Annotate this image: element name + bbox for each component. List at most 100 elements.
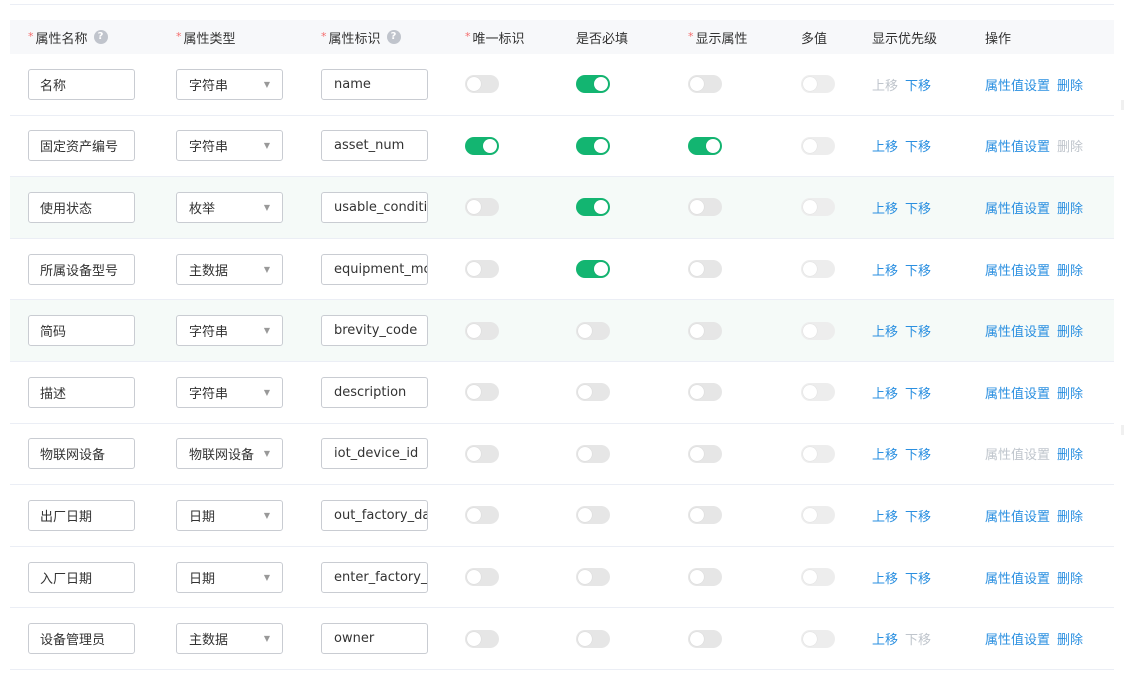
attribute-name-input[interactable]: 入厂日期 [28,561,135,593]
required-switch[interactable] [576,260,610,279]
move-down-link[interactable]: 下移 [905,506,931,525]
move-down-link[interactable]: 下移 [905,260,931,279]
attribute-key-input[interactable]: brevity_code [321,315,428,347]
delete-link[interactable]: 删除 [1057,568,1083,587]
attribute-key-input[interactable]: iot_device_id [321,438,428,470]
value-settings-link[interactable]: 属性值设置 [985,629,1050,648]
multi-switch[interactable] [801,383,835,402]
move-down-link[interactable]: 下移 [905,383,931,402]
move-down-link[interactable]: 下移 [905,136,931,155]
attribute-name-input[interactable]: 物联网设备 [28,438,135,470]
display-switch[interactable] [688,568,722,587]
required-switch[interactable] [576,629,610,648]
unique-switch[interactable] [465,321,499,340]
multi-switch[interactable] [801,260,835,279]
multi-switch[interactable] [801,568,835,587]
attribute-key-input[interactable]: description [321,376,428,408]
unique-switch[interactable] [465,260,499,279]
attribute-name-input[interactable]: 设备管理员 [28,623,135,655]
unique-switch[interactable] [465,506,499,525]
value-settings-link[interactable]: 属性值设置 [985,75,1050,94]
move-up-link[interactable]: 上移 [872,321,898,340]
attribute-name-input[interactable]: 简码 [28,315,135,347]
required-switch[interactable] [576,136,610,155]
move-up-link[interactable]: 上移 [872,75,898,94]
attribute-name-input[interactable]: 固定资产编号 [28,130,135,162]
attribute-key-input[interactable]: usable_conditi [321,191,428,223]
value-settings-link[interactable]: 属性值设置 [985,506,1050,525]
unique-switch[interactable] [465,444,499,463]
multi-switch[interactable] [801,506,835,525]
attribute-key-input[interactable]: name [321,68,428,100]
attribute-type-select[interactable]: 日期 ▼ [176,561,283,593]
move-down-link[interactable]: 下移 [905,568,931,587]
value-settings-link[interactable]: 属性值设置 [985,383,1050,402]
multi-switch[interactable] [801,75,835,94]
multi-switch[interactable] [801,321,835,340]
attribute-type-select[interactable]: 日期 ▼ [176,499,283,531]
delete-link[interactable]: 删除 [1057,444,1083,463]
attribute-type-select[interactable]: 主数据 ▼ [176,253,283,285]
attribute-name-input[interactable]: 出厂日期 [28,499,135,531]
move-up-link[interactable]: 上移 [872,198,898,217]
attribute-name-input[interactable]: 名称 [28,68,135,100]
move-up-link[interactable]: 上移 [872,568,898,587]
help-icon[interactable]: ? [93,30,108,44]
move-down-link[interactable]: 下移 [905,629,931,648]
required-switch[interactable] [576,383,610,402]
attribute-key-input[interactable]: out_factory_da [321,499,428,531]
attribute-key-input[interactable]: asset_num [321,130,428,162]
required-switch[interactable] [576,568,610,587]
move-up-link[interactable]: 上移 [872,136,898,155]
delete-link[interactable]: 删除 [1057,629,1083,648]
required-switch[interactable] [576,506,610,525]
multi-switch[interactable] [801,629,835,648]
move-up-link[interactable]: 上移 [872,383,898,402]
unique-switch[interactable] [465,629,499,648]
value-settings-link[interactable]: 属性值设置 [985,444,1050,463]
move-up-link[interactable]: 上移 [872,506,898,525]
attribute-name-input[interactable]: 所属设备型号 [28,253,135,285]
value-settings-link[interactable]: 属性值设置 [985,198,1050,217]
display-switch[interactable] [688,321,722,340]
display-switch[interactable] [688,260,722,279]
attribute-type-select[interactable]: 字符串 ▼ [176,130,283,162]
display-switch[interactable] [688,198,722,217]
value-settings-link[interactable]: 属性值设置 [985,321,1050,340]
attribute-type-select[interactable]: 主数据 ▼ [176,623,283,655]
attribute-key-input[interactable]: enter_factory_ [321,561,428,593]
delete-link[interactable]: 删除 [1057,75,1083,94]
delete-link[interactable]: 删除 [1057,506,1083,525]
delete-link[interactable]: 删除 [1057,198,1083,217]
move-down-link[interactable]: 下移 [905,198,931,217]
multi-switch[interactable] [801,198,835,217]
unique-switch[interactable] [465,75,499,94]
attribute-type-select[interactable]: 字符串 ▼ [176,315,283,347]
delete-link[interactable]: 删除 [1057,383,1083,402]
delete-link[interactable]: 删除 [1057,321,1083,340]
display-switch[interactable] [688,506,722,525]
delete-link[interactable]: 删除 [1057,260,1083,279]
help-icon[interactable]: ? [386,30,401,44]
move-down-link[interactable]: 下移 [905,321,931,340]
display-switch[interactable] [688,75,722,94]
multi-switch[interactable] [801,444,835,463]
unique-switch[interactable] [465,383,499,402]
move-down-link[interactable]: 下移 [905,75,931,94]
display-switch[interactable] [688,136,722,155]
move-up-link[interactable]: 上移 [872,260,898,279]
move-up-link[interactable]: 上移 [872,629,898,648]
unique-switch[interactable] [465,198,499,217]
value-settings-link[interactable]: 属性值设置 [985,568,1050,587]
display-switch[interactable] [688,629,722,648]
required-switch[interactable] [576,444,610,463]
move-down-link[interactable]: 下移 [905,444,931,463]
attribute-type-select[interactable]: 字符串 ▼ [176,376,283,408]
attribute-name-input[interactable]: 使用状态 [28,191,135,223]
required-switch[interactable] [576,75,610,94]
display-switch[interactable] [688,444,722,463]
multi-switch[interactable] [801,136,835,155]
attribute-key-input[interactable]: equipment_mc [321,253,428,285]
attribute-type-select[interactable]: 物联网设备 ▼ [176,438,283,470]
required-switch[interactable] [576,198,610,217]
